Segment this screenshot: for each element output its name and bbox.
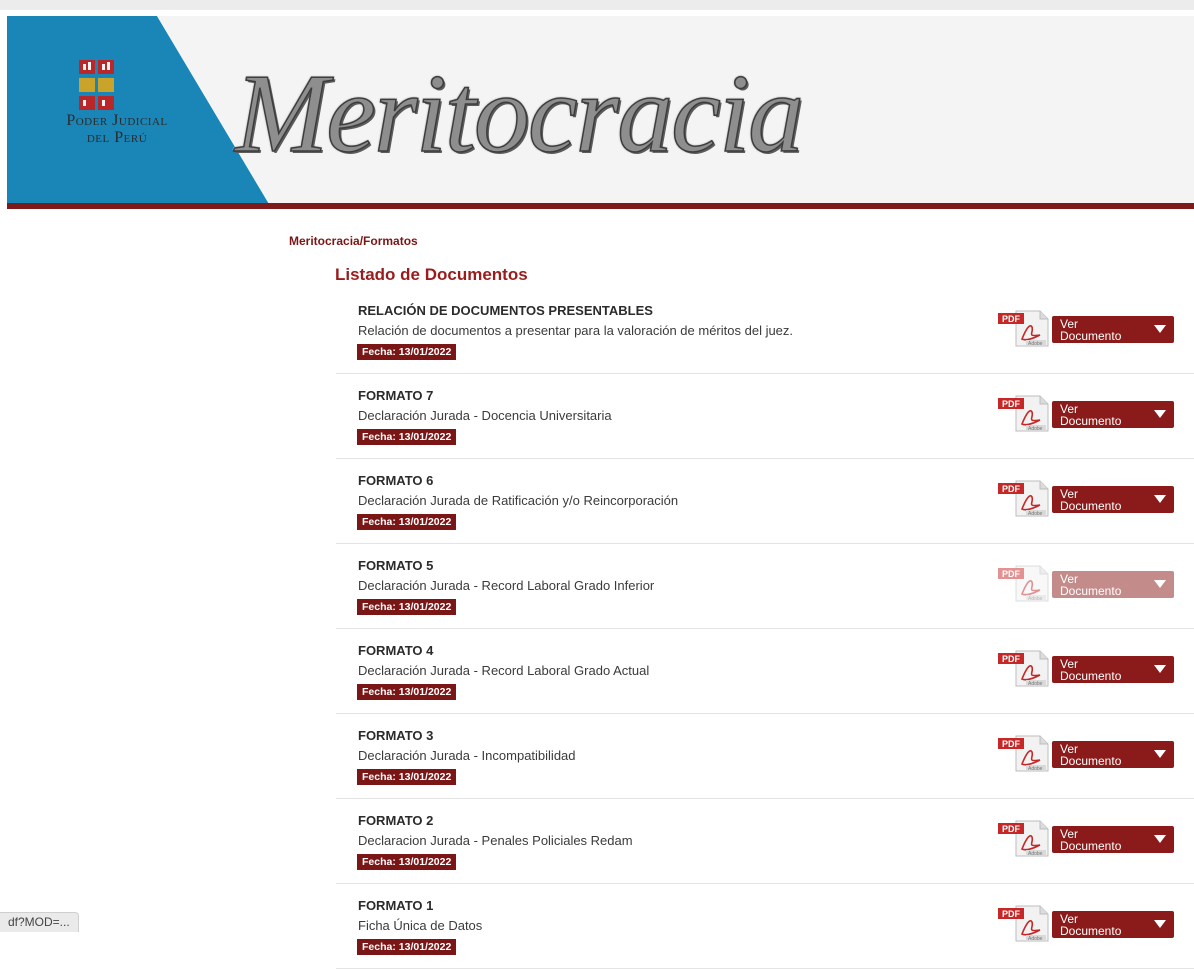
document-description: Declaración Jurada - Record Laboral Grad… (358, 578, 655, 593)
document-title: FORMATO 3 (358, 728, 434, 743)
page-title: Listado de Documentos (335, 265, 528, 284)
ver-documento-label[interactable]: Ver Documento (1052, 401, 1174, 428)
date-badge: Fecha: 13/01/2022 (357, 769, 457, 785)
svg-text:PDF: PDF (1002, 739, 1021, 749)
list-item: FORMATO 7 Declaración Jurada - Docencia U… (336, 374, 1194, 459)
chevron-down-icon (1154, 835, 1166, 843)
document-title: FORMATO 1 (358, 898, 434, 913)
chevron-down-icon (1154, 750, 1166, 758)
document-title: RELACIÓN DE DOCUMENTOS PRESENTABLES (358, 303, 653, 318)
header-divider (7, 203, 1194, 209)
browser-top-strip (0, 0, 1194, 10)
document-description: Declaración Jurada - Record Laboral Grad… (358, 663, 650, 678)
svg-text:Adobe: Adobe (1028, 766, 1043, 772)
button-line2: Documento (1060, 414, 1122, 428)
ver-documento-label[interactable]: Ver Documento (1052, 741, 1174, 768)
document-list: RELACIÓN DE DOCUMENTOS PRESENTABLES Relac… (336, 289, 1194, 969)
button-line2: Documento (1060, 329, 1122, 343)
document-description: Declaración Jurada - Docencia Universita… (358, 408, 612, 423)
ver-documento-label[interactable]: Ver Documento (1052, 826, 1174, 853)
chevron-down-icon (1154, 410, 1166, 418)
button-line2: Documento (1060, 924, 1122, 938)
ver-documento-button[interactable]: PDF Adobe Ver Documento (996, 564, 1174, 602)
logo-line1: Poder Judicial (66, 112, 168, 129)
pdf-adobe-icon: PDF Adobe (998, 565, 1049, 602)
date-badge: Fecha: 13/01/2022 (357, 429, 457, 445)
svg-text:Adobe: Adobe (1028, 341, 1043, 347)
button-line2: Documento (1060, 669, 1122, 683)
ver-documento-label[interactable]: Ver Documento (1052, 656, 1174, 683)
svg-text:PDF: PDF (1002, 569, 1021, 579)
button-line2: Documento (1060, 754, 1122, 768)
ver-documento-button[interactable]: PDF Adobe Ver Documento (996, 394, 1174, 432)
ver-documento-button[interactable]: PDF Adobe Ver Documento (996, 904, 1174, 942)
document-title: FORMATO 4 (358, 643, 434, 658)
svg-text:Adobe: Adobe (1028, 681, 1043, 687)
list-item: FORMATO 5 Declaración Jurada - Record Lab… (336, 544, 1194, 629)
document-title: FORMATO 2 (358, 813, 434, 828)
header-banner: Poder Judicial del Perú Meritocracia (7, 16, 1194, 204)
chevron-down-icon (1154, 325, 1166, 333)
ver-documento-label[interactable]: Ver Documento (1052, 316, 1174, 343)
date-badge: Fecha: 13/01/2022 (357, 939, 457, 955)
logo-text: Poder Judicial del Perú (17, 112, 217, 146)
ver-documento-label[interactable]: Ver Documento (1052, 486, 1174, 513)
ver-documento-button[interactable]: PDF Adobe Ver Documento (996, 819, 1174, 857)
status-bar-url: df?MOD=... (0, 912, 79, 932)
ver-documento-button[interactable]: PDF Adobe Ver Documento (996, 734, 1174, 772)
date-badge: Fecha: 13/01/2022 (357, 599, 457, 615)
document-description: Declaración Jurada - Incompatibilidad (358, 748, 576, 763)
ver-documento-button[interactable]: PDF Adobe Ver Documento (996, 309, 1174, 347)
svg-text:PDF: PDF (1002, 399, 1021, 409)
chevron-down-icon (1154, 920, 1166, 928)
date-badge: Fecha: 13/01/2022 (357, 344, 457, 360)
svg-text:PDF: PDF (1002, 484, 1021, 494)
chevron-down-icon (1154, 665, 1166, 673)
svg-text:PDF: PDF (1002, 654, 1021, 664)
svg-text:PDF: PDF (1002, 824, 1021, 834)
list-item: RELACIÓN DE DOCUMENTOS PRESENTABLES Relac… (336, 289, 1194, 374)
list-item: FORMATO 3 Declaración Jurada - Incompatib… (336, 714, 1194, 799)
date-badge: Fecha: 13/01/2022 (357, 514, 457, 530)
list-item: FORMATO 4 Declaración Jurada - Record Lab… (336, 629, 1194, 714)
list-item: FORMATO 6 Declaración Jurada de Ratificac… (336, 459, 1194, 544)
document-description: Declaracion Jurada - Penales Policiales … (358, 833, 633, 848)
document-description: Relación de documentos a presentar para … (358, 323, 794, 338)
document-title: FORMATO 5 (358, 558, 434, 573)
document-description: Declaración Jurada de Ratificación y/o R… (358, 493, 679, 508)
date-badge: Fecha: 13/01/2022 (357, 854, 457, 870)
svg-text:PDF: PDF (1002, 909, 1021, 919)
document-title: FORMATO 6 (358, 473, 434, 488)
svg-text:PDF: PDF (1002, 314, 1021, 324)
chevron-down-icon (1154, 495, 1166, 503)
svg-text:Adobe: Adobe (1028, 426, 1043, 432)
chevron-down-icon (1154, 580, 1166, 588)
document-title: FORMATO 7 (358, 388, 434, 403)
ver-documento-button[interactable]: PDF Adobe Ver Documento (996, 479, 1174, 517)
button-line2: Documento (1060, 499, 1122, 513)
site-title: Meritocracia (234, 52, 804, 176)
pdf-adobe-icon: PDF Adobe (998, 310, 1049, 347)
svg-text:Adobe: Adobe (1028, 936, 1043, 942)
ver-documento-label[interactable]: Ver Documento (1052, 911, 1174, 938)
poder-judicial-logo-icon (79, 60, 114, 110)
svg-text:Adobe: Adobe (1028, 851, 1043, 857)
pdf-adobe-icon: PDF Adobe (998, 395, 1049, 432)
list-item: FORMATO 1 Ficha Única de Datos Fecha: 13/0… (336, 884, 1194, 969)
button-line2: Documento (1060, 839, 1122, 853)
pdf-adobe-icon: PDF Adobe (998, 650, 1049, 687)
ver-documento-button[interactable]: PDF Adobe Ver Documento (996, 649, 1174, 687)
breadcrumb[interactable]: Meritocracia/Formatos (289, 234, 418, 248)
date-badge: Fecha: 13/01/2022 (357, 684, 457, 700)
svg-text:Adobe: Adobe (1028, 596, 1043, 602)
pdf-adobe-icon: PDF Adobe (998, 480, 1049, 517)
logo-line2: del Perú (86, 129, 148, 146)
list-item: FORMATO 2 Declaracion Jurada - Penales Po… (336, 799, 1194, 884)
button-line2: Documento (1060, 584, 1122, 598)
pdf-adobe-icon: PDF Adobe (998, 735, 1049, 772)
pdf-adobe-icon: PDF Adobe (998, 905, 1049, 942)
ver-documento-label[interactable]: Ver Documento (1052, 571, 1174, 598)
pdf-adobe-icon: PDF Adobe (998, 820, 1049, 857)
svg-text:Adobe: Adobe (1028, 511, 1043, 517)
